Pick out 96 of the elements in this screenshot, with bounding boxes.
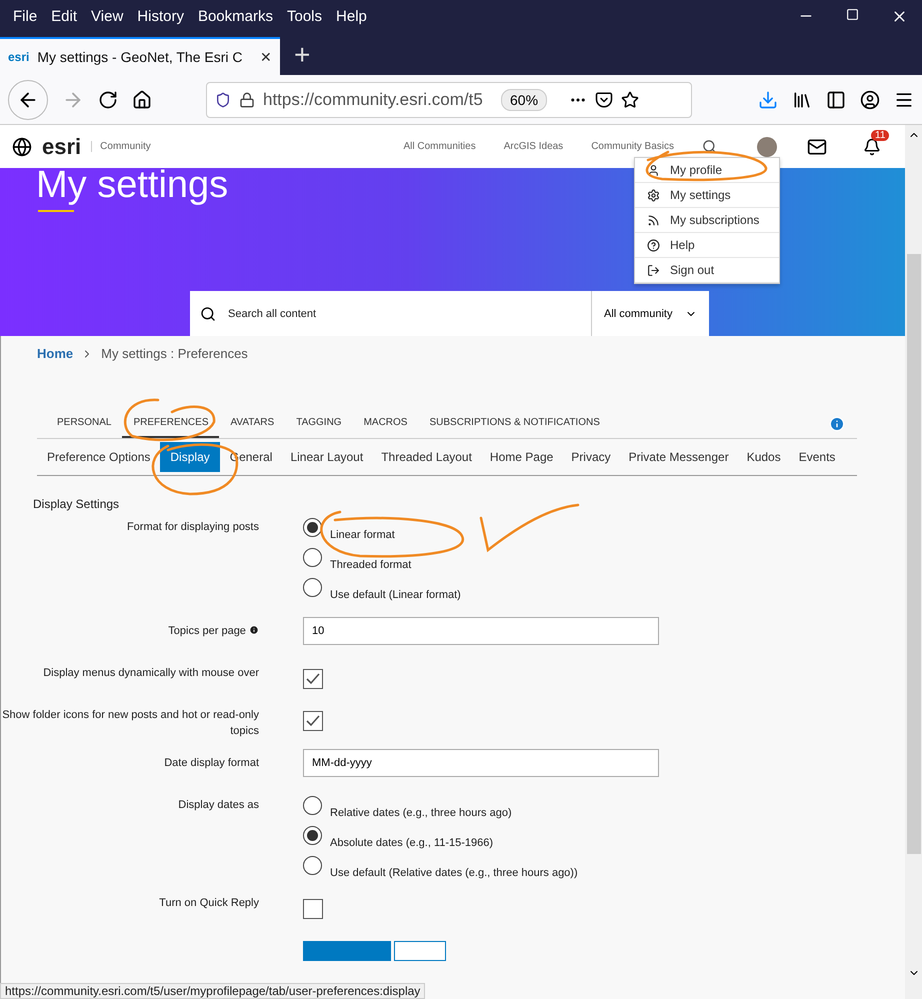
download-icon[interactable] <box>758 90 778 110</box>
sign-out-icon <box>647 264 660 276</box>
menu-entry[interactable]: My subscriptions <box>635 208 779 233</box>
menu-entry[interactable]: My profile <box>635 158 779 183</box>
secondary-button[interactable] <box>394 941 446 961</box>
radio-button[interactable] <box>303 826 322 845</box>
browser-tab[interactable]: esri My settings - GeoNet, The Esri C ✕ <box>0 37 280 75</box>
menu-item[interactable]: View <box>84 8 130 25</box>
radio-option[interactable]: Use default (Relative dates (e.g., three hours ago)) <box>303 849 857 879</box>
globe-icon <box>12 136 32 156</box>
radio-option[interactable]: Linear format <box>303 511 857 541</box>
radio-button[interactable] <box>303 796 322 815</box>
menu-item[interactable]: Edit <box>44 8 84 25</box>
text-field[interactable]: 10 <box>303 617 659 645</box>
account-icon[interactable] <box>860 90 880 110</box>
field-label: Topics per page <box>1 617 259 665</box>
field-label: Date display format <box>163 756 259 771</box>
maximize-icon[interactable] <box>846 8 859 21</box>
library-icon[interactable] <box>792 90 812 110</box>
rss-icon <box>647 214 660 226</box>
home-icon[interactable] <box>132 90 152 110</box>
nav-link[interactable]: All Communities <box>403 141 476 152</box>
scope-dropdown[interactable]: All community <box>591 291 709 336</box>
search-icon <box>200 306 216 322</box>
tab[interactable]: AVATARS <box>219 409 286 438</box>
pocket-icon[interactable] <box>595 90 614 108</box>
breadcrumb-link[interactable]: Home <box>37 346 74 361</box>
subtab[interactable]: Private Messenger <box>620 442 737 472</box>
nav-link[interactable]: Community Basics <box>591 141 674 152</box>
radio-button[interactable] <box>303 518 322 537</box>
radio-option[interactable]: Use default (Linear format) <box>303 571 857 601</box>
subtab[interactable]: Threaded Layout <box>373 442 480 472</box>
subtab[interactable]: Privacy <box>563 442 619 472</box>
help-icon <box>647 238 660 252</box>
breadcrumb-current: My settings : Preferences <box>101 346 248 361</box>
page-title: My settings <box>36 168 228 206</box>
radio-option[interactable]: Threaded format <box>303 541 857 571</box>
shield-icon <box>215 92 231 108</box>
status-url: https://community.esri.com/t5/user/myprofilepage/tab/user-preferences:display <box>0 983 426 999</box>
text-field[interactable]: MM-dd-yyyy <box>303 749 659 777</box>
zoom-badge[interactable]: 60% <box>501 88 548 110</box>
new-tab-button[interactable]: + <box>280 39 324 75</box>
gear-icon <box>647 188 660 202</box>
tab[interactable]: MACROS <box>352 409 418 438</box>
menu-item[interactable]: Help <box>329 8 374 25</box>
menu-item[interactable]: File <box>6 8 44 25</box>
user-icon <box>647 164 660 176</box>
menu-entry[interactable]: My settings <box>635 183 779 208</box>
subtab[interactable]: Home Page <box>482 442 562 472</box>
search-field[interactable]: Search all content <box>226 306 581 320</box>
menu-item[interactable]: Tools <box>280 8 330 25</box>
star-icon[interactable] <box>621 90 640 108</box>
tab[interactable]: PREFERENCES <box>122 409 220 438</box>
info-icon[interactable] <box>829 416 845 432</box>
field-label: Show folder icons for new posts and hot or read-only topics <box>1 708 259 739</box>
subtab[interactable]: Kudos <box>738 442 789 472</box>
checkbox[interactable] <box>303 669 323 689</box>
search-icon[interactable] <box>702 139 717 154</box>
bell-icon[interactable] <box>863 138 881 156</box>
subtab[interactable]: Display <box>160 442 220 472</box>
field-label: Display dates as <box>177 798 259 813</box>
nav-link[interactable]: ArcGIS Ideas <box>504 141 564 152</box>
subtab[interactable]: Preference Options <box>39 442 158 472</box>
checkbox[interactable] <box>303 711 323 731</box>
avatar[interactable] <box>757 136 777 156</box>
tab[interactable]: TAGGING <box>285 409 353 438</box>
radio-option[interactable]: Relative dates (e.g., three hours ago) <box>303 789 857 819</box>
menu-entry[interactable]: Sign out <box>635 258 779 283</box>
radio-button[interactable] <box>303 856 322 875</box>
tab[interactable]: PERSONAL <box>46 409 122 438</box>
checkbox[interactable] <box>303 899 323 919</box>
menu-item[interactable]: Bookmarks <box>190 8 280 25</box>
site-logo: esri <box>42 134 82 160</box>
field-label: Display menus dynamically with mouse over <box>42 666 259 681</box>
check-icon <box>306 715 320 727</box>
notification-badge: 11 <box>871 130 890 140</box>
mail-icon[interactable] <box>807 136 827 156</box>
tab[interactable]: SUBSCRIPTIONS & NOTIFICATIONS <box>418 409 611 438</box>
section-name: Community <box>91 141 151 152</box>
subtab[interactable]: Events <box>790 442 844 472</box>
field-label: Turn on Quick Reply <box>158 896 259 911</box>
sidebar-icon[interactable] <box>826 90 846 110</box>
scrollbar[interactable] <box>905 125 922 999</box>
reload-icon[interactable] <box>98 90 118 110</box>
subtab[interactable]: Linear Layout <box>282 442 372 472</box>
address-bar[interactable]: https://community.esri.com/t5 60% <box>206 82 692 118</box>
back-button[interactable] <box>8 80 48 120</box>
radio-option[interactable]: Absolute dates (e.g., 11-15-1966) <box>303 819 857 849</box>
radio-button[interactable] <box>303 578 322 597</box>
lock-icon <box>239 92 255 108</box>
radio-button[interactable] <box>303 548 322 567</box>
check-icon <box>306 673 320 685</box>
section-title: Display Settings <box>33 497 120 511</box>
menu-entry[interactable]: Help <box>635 233 779 258</box>
field-label: Format for displaying posts <box>126 520 259 535</box>
menu-item[interactable]: History <box>130 8 191 25</box>
